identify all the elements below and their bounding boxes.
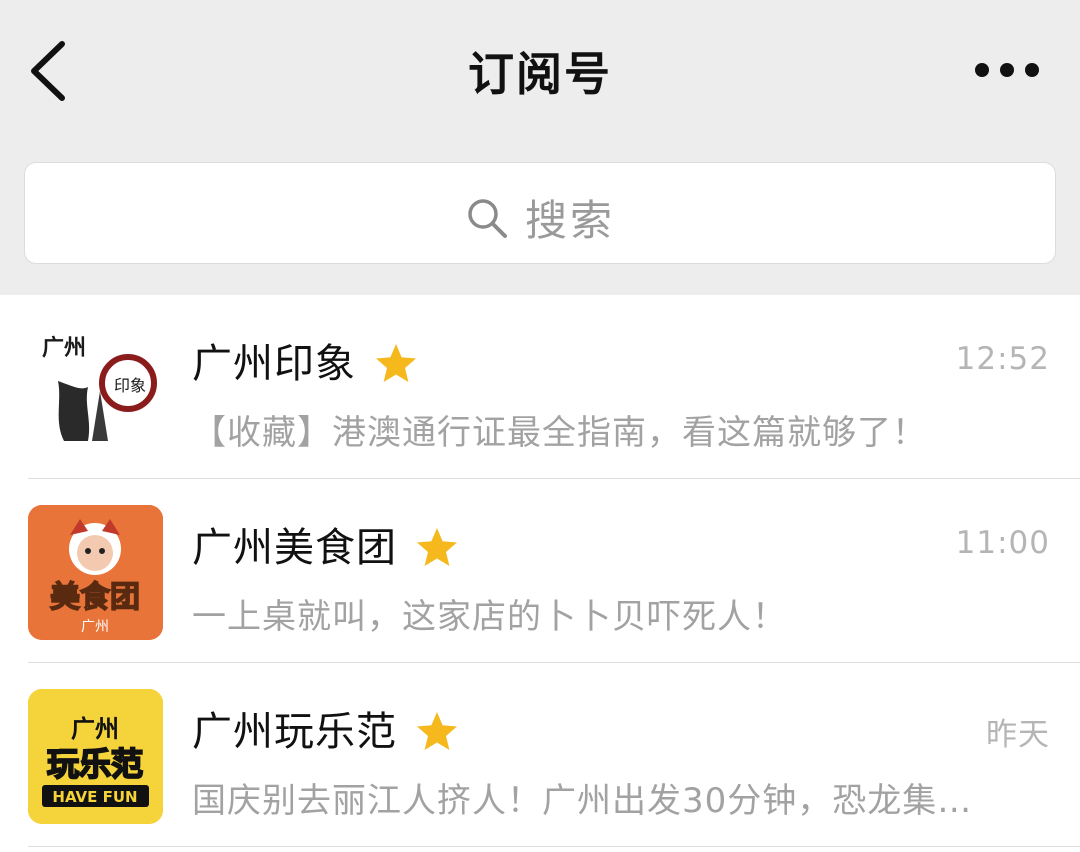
message-preview: 国庆别去丽江人挤人！广州出发30分钟，恐龙集… bbox=[192, 781, 973, 821]
list-item[interactable]: 美食团 广州 广州美食团 11:00 一上桌就叫，这家店的卜卜贝吓死人！ bbox=[0, 479, 1080, 663]
page-title: 订阅号 bbox=[468, 47, 612, 101]
avatar-image: 广州 印象 bbox=[28, 321, 163, 456]
timestamp: 昨天 bbox=[986, 717, 1050, 753]
star-icon bbox=[417, 528, 457, 566]
list-item[interactable]: 广州 玩乐范 HAVE FUN 广州玩乐范 昨天 国庆别去丽江人挤人！广州出发3… bbox=[0, 663, 1080, 847]
search-icon bbox=[468, 198, 507, 238]
star-icon bbox=[417, 712, 457, 750]
search-section: 搜索 bbox=[0, 140, 1080, 295]
avatar-line-1: 广州 bbox=[71, 715, 119, 743]
subscription-name: 广州玩乐范 bbox=[192, 709, 397, 755]
avatar-line-2: 玩乐范 bbox=[47, 745, 143, 783]
subscription-name: 广州美食团 bbox=[192, 525, 397, 571]
more-horizontal-icon bbox=[975, 63, 1039, 77]
nav-bar: 订阅号 bbox=[0, 0, 1080, 140]
avatar: 美食团 广州 bbox=[28, 505, 163, 640]
avatar-line-2: 广州 bbox=[81, 619, 109, 635]
timestamp: 11:00 bbox=[955, 525, 1050, 561]
avatar-line-1: 广州 bbox=[42, 335, 86, 361]
avatar-line-2: 印象 bbox=[114, 376, 146, 395]
row-title: 广州玩乐范 bbox=[192, 699, 459, 757]
timestamp: 12:52 bbox=[955, 341, 1050, 377]
message-preview: 【收藏】港澳通行证最全指南，看这篇就够了！ bbox=[192, 413, 927, 453]
more-button[interactable] bbox=[972, 50, 1042, 90]
subscription-name: 广州印象 bbox=[192, 341, 356, 387]
search-inner: 搜索 bbox=[25, 187, 1055, 245]
star-icon bbox=[376, 344, 416, 382]
search-input[interactable]: 搜索 bbox=[24, 162, 1056, 264]
row-title: 广州印象 bbox=[192, 331, 418, 389]
avatar: 广州 印象 bbox=[28, 321, 163, 456]
divider bbox=[28, 846, 1080, 847]
avatar: 广州 玩乐范 HAVE FUN bbox=[28, 689, 163, 824]
subscription-list: 广州 印象 广州印象 12:52 【收藏】港澳通行证最全指南，看这篇就够了！ 美… bbox=[0, 295, 1080, 852]
list-item[interactable]: 广州 印象 广州印象 12:52 【收藏】港澳通行证最全指南，看这篇就够了！ bbox=[0, 295, 1080, 479]
avatar-image: 广州 玩乐范 HAVE FUN bbox=[28, 689, 163, 824]
row-title: 广州美食团 bbox=[192, 515, 459, 573]
avatar-image: 美食团 广州 bbox=[28, 505, 163, 640]
avatar-line-3: HAVE FUN bbox=[52, 788, 137, 806]
message-preview: 一上桌就叫，这家店的卜卜贝吓死人！ bbox=[192, 597, 787, 637]
search-placeholder: 搜索 bbox=[524, 196, 615, 245]
avatar-line-1: 美食团 bbox=[50, 580, 140, 615]
